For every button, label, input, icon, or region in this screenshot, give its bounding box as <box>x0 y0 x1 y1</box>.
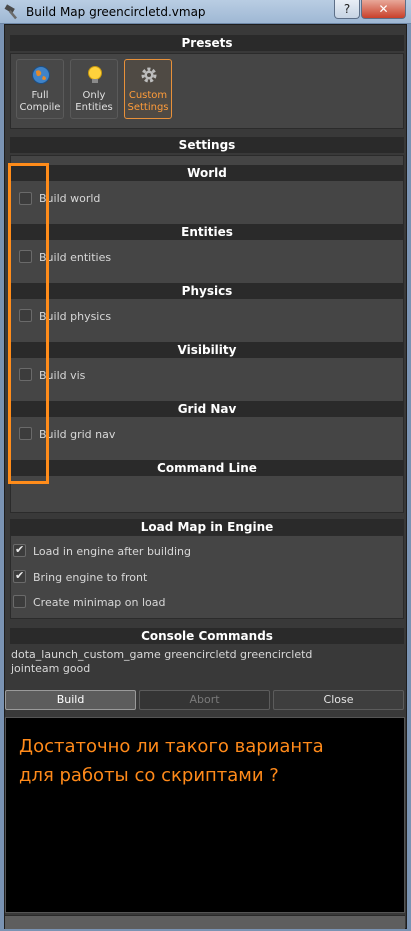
build-entities-checkbox[interactable] <box>19 250 32 263</box>
create-minimap-label: Create minimap on load <box>33 596 166 609</box>
preset-only-entities-button[interactable]: Only Entities <box>70 59 118 119</box>
physics-header: Physics <box>10 283 404 299</box>
gear-icon <box>141 67 157 83</box>
preset-full-line2: Compile <box>19 102 61 113</box>
preset-custom-settings-button[interactable]: Custom Settings <box>124 59 172 119</box>
load-map-header: Load Map in Engine <box>10 519 404 535</box>
help-button[interactable]: ? <box>334 0 360 19</box>
output-line2: для работы со скриптами ? <box>19 765 279 786</box>
output-line1: Достаточно ли такого варианта <box>19 736 324 757</box>
load-after-build-label: Load in engine after building <box>33 545 192 558</box>
build-output-console[interactable]: Достаточно ли такого варианта для работы… <box>5 717 405 913</box>
build-grid-nav-label: Build grid nav <box>39 428 116 441</box>
preset-entities-line1: Only <box>82 90 106 101</box>
settings-header: Settings <box>10 137 404 153</box>
build-world-checkbox[interactable] <box>19 192 32 205</box>
presets-header: Presets <box>10 35 404 51</box>
bring-to-front-label: Bring engine to front <box>33 571 148 584</box>
build-grid-nav-checkbox[interactable] <box>19 427 32 440</box>
horizontal-scrollbar[interactable] <box>5 915 405 929</box>
entities-header: Entities <box>10 224 404 240</box>
globe-icon <box>32 66 50 84</box>
lightbulb-icon <box>88 66 102 83</box>
preset-custom-line2: Settings <box>127 102 169 113</box>
abort-button[interactable]: Abort <box>139 690 270 710</box>
output-message: Достаточно ли такого варианта для работы… <box>19 732 389 790</box>
bring-to-front-checkbox[interactable] <box>13 569 26 583</box>
visibility-header: Visibility <box>10 342 404 358</box>
window-close-button[interactable]: ✕ <box>361 0 406 19</box>
window-titlebar[interactable]: Build Map greencircletd.vmap ? ✕ <box>0 0 411 24</box>
build-button[interactable]: Build <box>5 690 136 710</box>
preset-entities-line2: Entities <box>75 102 113 113</box>
preset-full-line1: Full <box>31 90 49 101</box>
build-vis-label: Build vis <box>39 369 86 382</box>
command-line-header: Command Line <box>10 460 404 476</box>
console-command-line1: dota_launch_custom_game greencircletd gr… <box>11 648 313 661</box>
console-command-line2: jointeam good <box>11 662 91 675</box>
build-physics-label: Build physics <box>39 310 112 323</box>
build-vis-checkbox[interactable] <box>19 368 32 381</box>
hammer-icon <box>4 4 18 20</box>
load-after-build-checkbox[interactable] <box>13 543 26 557</box>
console-commands-field[interactable]: dota_launch_custom_game greencircletd gr… <box>10 646 404 684</box>
console-commands-header: Console Commands <box>10 628 404 644</box>
build-entities-label: Build entities <box>39 251 112 264</box>
grid-nav-header: Grid Nav <box>10 401 404 417</box>
preset-custom-line1: Custom <box>128 90 168 101</box>
close-button[interactable]: Close <box>273 690 404 710</box>
create-minimap-checkbox[interactable] <box>13 595 26 608</box>
preset-full-compile-button[interactable]: Full Compile <box>16 59 64 119</box>
build-physics-checkbox[interactable] <box>19 309 32 322</box>
world-header: World <box>10 165 404 181</box>
presets-panel: Full Compile Only Entities Custom Settin… <box>10 53 404 129</box>
window-title: Build Map greencircletd.vmap <box>26 5 206 19</box>
build-world-label: Build world <box>39 192 101 205</box>
